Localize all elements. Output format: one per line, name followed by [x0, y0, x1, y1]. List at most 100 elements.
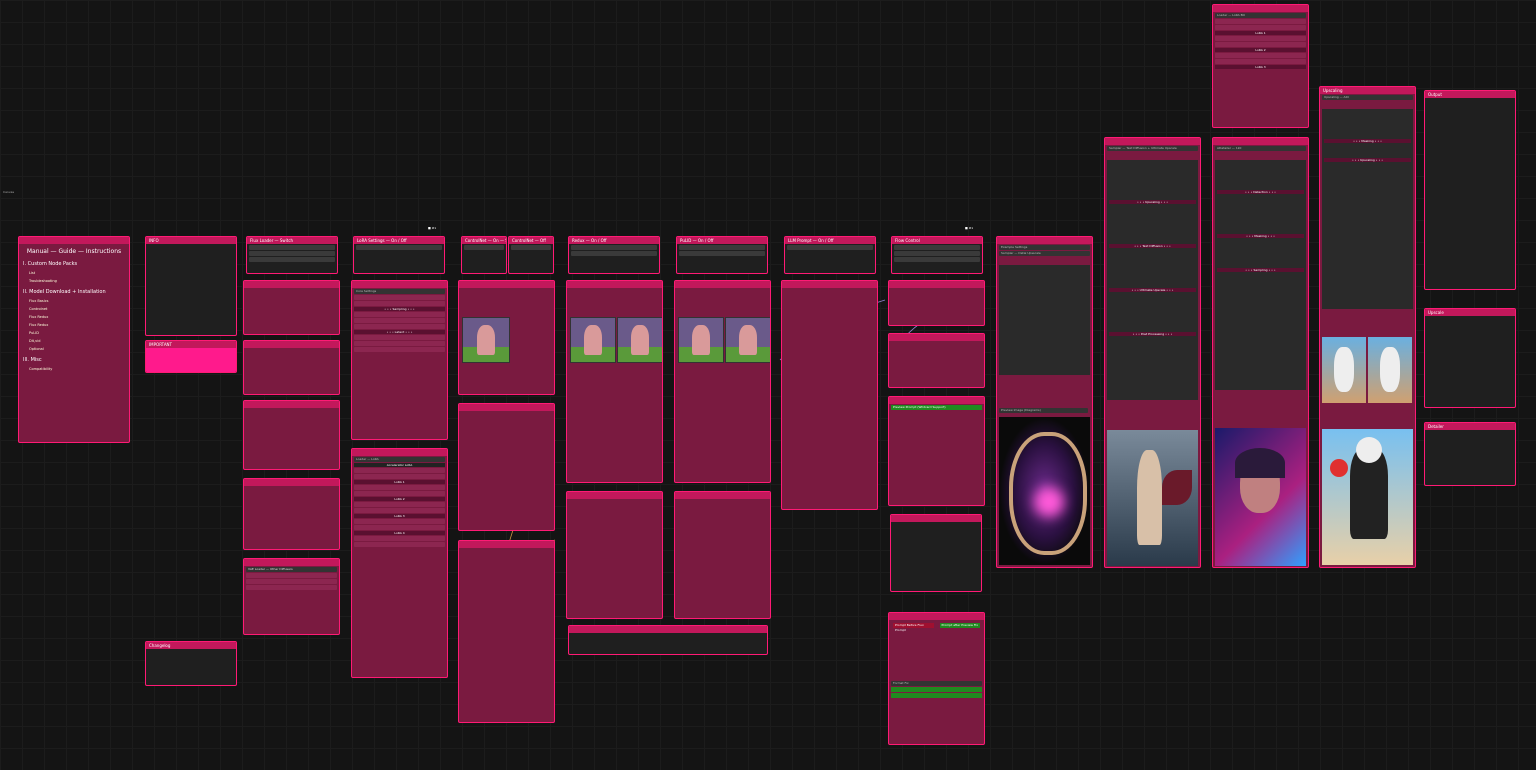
node-row[interactable]: [354, 324, 445, 329]
loader-group[interactable]: [243, 280, 340, 335]
node-header[interactable]: ControlNet — On — Switch: [462, 237, 506, 244]
node-header[interactable]: [352, 281, 447, 288]
node-header[interactable]: LoRA Settings — On / Off: [354, 237, 444, 244]
manual-item[interactable]: Troubleshooting: [29, 279, 129, 283]
loader-group[interactable]: [243, 340, 340, 395]
node-header[interactable]: [459, 541, 554, 548]
format-fix-bar[interactable]: [891, 693, 982, 698]
adetailer-settings-panel[interactable]: • • • Detection • • • • • • Masking • • …: [1215, 160, 1306, 390]
manual-item[interactable]: List: [29, 271, 129, 275]
node-row[interactable]: [354, 536, 445, 541]
node-header[interactable]: [244, 559, 339, 566]
node-row[interactable]: [246, 573, 337, 578]
sampler-settings-panel[interactable]: [999, 265, 1090, 375]
node-header[interactable]: [244, 281, 339, 288]
node-row[interactable]: [354, 347, 445, 352]
node-row[interactable]: [1215, 25, 1306, 30]
right-detail-node[interactable]: Detailer: [1424, 422, 1516, 486]
node-row[interactable]: [354, 318, 445, 323]
manual-node[interactable]: Manual — Guide — Instructions I. Custom …: [18, 236, 130, 443]
node-row[interactable]: [894, 257, 980, 262]
controlnet-switch-node[interactable]: ControlNet — On — Switch: [461, 236, 507, 274]
loader-group[interactable]: [243, 478, 340, 550]
vae-loader-group[interactable]: VAE Loader — Other Diffusers: [243, 558, 340, 635]
right-output-node[interactable]: Output: [1424, 90, 1516, 290]
node-row[interactable]: [354, 312, 445, 317]
lora-settings-node[interactable]: LoRA Settings — On / Off: [353, 236, 445, 274]
manual-item[interactable]: Flux Redux: [29, 315, 129, 319]
node-header[interactable]: Flux Loader — Switch: [247, 237, 337, 244]
info-node[interactable]: INFO: [145, 236, 237, 336]
node-row[interactable]: [354, 542, 445, 547]
node-row[interactable]: [246, 585, 337, 590]
upscaling-group[interactable]: Upscaling Upscaling — AIO • • • Masking …: [1319, 86, 1416, 568]
node-row[interactable]: [354, 341, 445, 346]
adetailer-group[interactable]: ADetailer — 1k0 • • • Detection • • • • …: [1212, 137, 1309, 568]
node-row[interactable]: [894, 245, 980, 250]
format-fix-bar[interactable]: [891, 687, 982, 692]
group-marker[interactable]: ■ #1: [965, 226, 973, 230]
llm-group[interactable]: [781, 280, 878, 510]
node-header[interactable]: [889, 613, 984, 620]
pulid-node[interactable]: PuLID — On / Off: [676, 236, 768, 274]
node-row[interactable]: [354, 485, 445, 490]
node-header[interactable]: [891, 515, 981, 522]
show-prompt-node[interactable]: [890, 514, 982, 592]
node-row[interactable]: [354, 468, 445, 473]
node-header[interactable]: [244, 479, 339, 486]
manual-item[interactable]: Optional: [29, 347, 129, 351]
node-header[interactable]: [1213, 5, 1308, 12]
loader-lora-top-group[interactable]: Loader — LoRA BO LoRA 1 LoRA 2 LoRA 3: [1212, 4, 1309, 128]
node-row[interactable]: [354, 301, 445, 306]
node-header[interactable]: Output: [1425, 91, 1515, 98]
node-header[interactable]: [1213, 138, 1308, 145]
node-header[interactable]: [244, 341, 339, 348]
node-row[interactable]: [354, 519, 445, 524]
node-header[interactable]: [889, 281, 984, 288]
node-row[interactable]: [511, 245, 551, 250]
node-row[interactable]: [787, 245, 873, 250]
redux-group[interactable]: [566, 280, 663, 483]
pulid-group[interactable]: [674, 280, 771, 483]
node-header[interactable]: [567, 492, 662, 499]
node-header[interactable]: [569, 626, 767, 633]
node-header[interactable]: [675, 492, 770, 499]
flux-loader-switch-node[interactable]: Flux Loader — Switch: [246, 236, 338, 274]
preview-prompt-group[interactable]: Preview Prompt (Wildcard Support): [888, 396, 985, 506]
core-settings-group[interactable]: Core Settings • • • Sampling • • • • • •…: [351, 280, 448, 440]
redux-node[interactable]: Redux — On / Off: [568, 236, 660, 274]
node-header[interactable]: PuLID — On / Off: [677, 237, 767, 244]
right-upscale-node[interactable]: Upscale: [1424, 308, 1516, 408]
important-header[interactable]: IMPORTANT: [146, 341, 236, 348]
controlnet-apply-group[interactable]: [458, 540, 555, 723]
node-row[interactable]: [679, 245, 765, 250]
node-row[interactable]: [249, 257, 335, 262]
node-row[interactable]: [249, 251, 335, 256]
node-row[interactable]: [246, 579, 337, 584]
changelog-node[interactable]: Changelog: [145, 641, 237, 686]
node-header[interactable]: LLM Prompt — On / Off: [785, 237, 875, 244]
node-row[interactable]: [571, 245, 657, 250]
node-header[interactable]: [352, 449, 447, 456]
node-row[interactable]: [354, 491, 445, 496]
manual-item[interactable]: Controlnet: [29, 307, 129, 311]
node-header[interactable]: [1105, 138, 1200, 145]
node-header[interactable]: [782, 281, 877, 288]
upscaling-settings-panel[interactable]: • • • Masking • • • • • • Upscaling • • …: [1322, 109, 1413, 309]
node-header[interactable]: Detailer: [1425, 423, 1515, 430]
node-header[interactable]: [567, 281, 662, 288]
node-header[interactable]: [675, 281, 770, 288]
node-row[interactable]: [354, 335, 445, 340]
pulid-apply-group[interactable]: [674, 491, 771, 619]
group-marker[interactable]: ■ #1: [428, 226, 436, 230]
node-row[interactable]: [1215, 42, 1306, 47]
manual-item[interactable]: PuLID: [29, 331, 129, 335]
manual-item[interactable]: Flux Redux: [29, 323, 129, 327]
node-row[interactable]: [1215, 53, 1306, 58]
node-header[interactable]: [889, 397, 984, 404]
llm-prompt-node[interactable]: LLM Prompt — On / Off: [784, 236, 876, 274]
node-header[interactable]: [459, 281, 554, 288]
node-row[interactable]: [464, 245, 504, 250]
node-row[interactable]: [354, 525, 445, 530]
node-row[interactable]: [679, 251, 765, 256]
